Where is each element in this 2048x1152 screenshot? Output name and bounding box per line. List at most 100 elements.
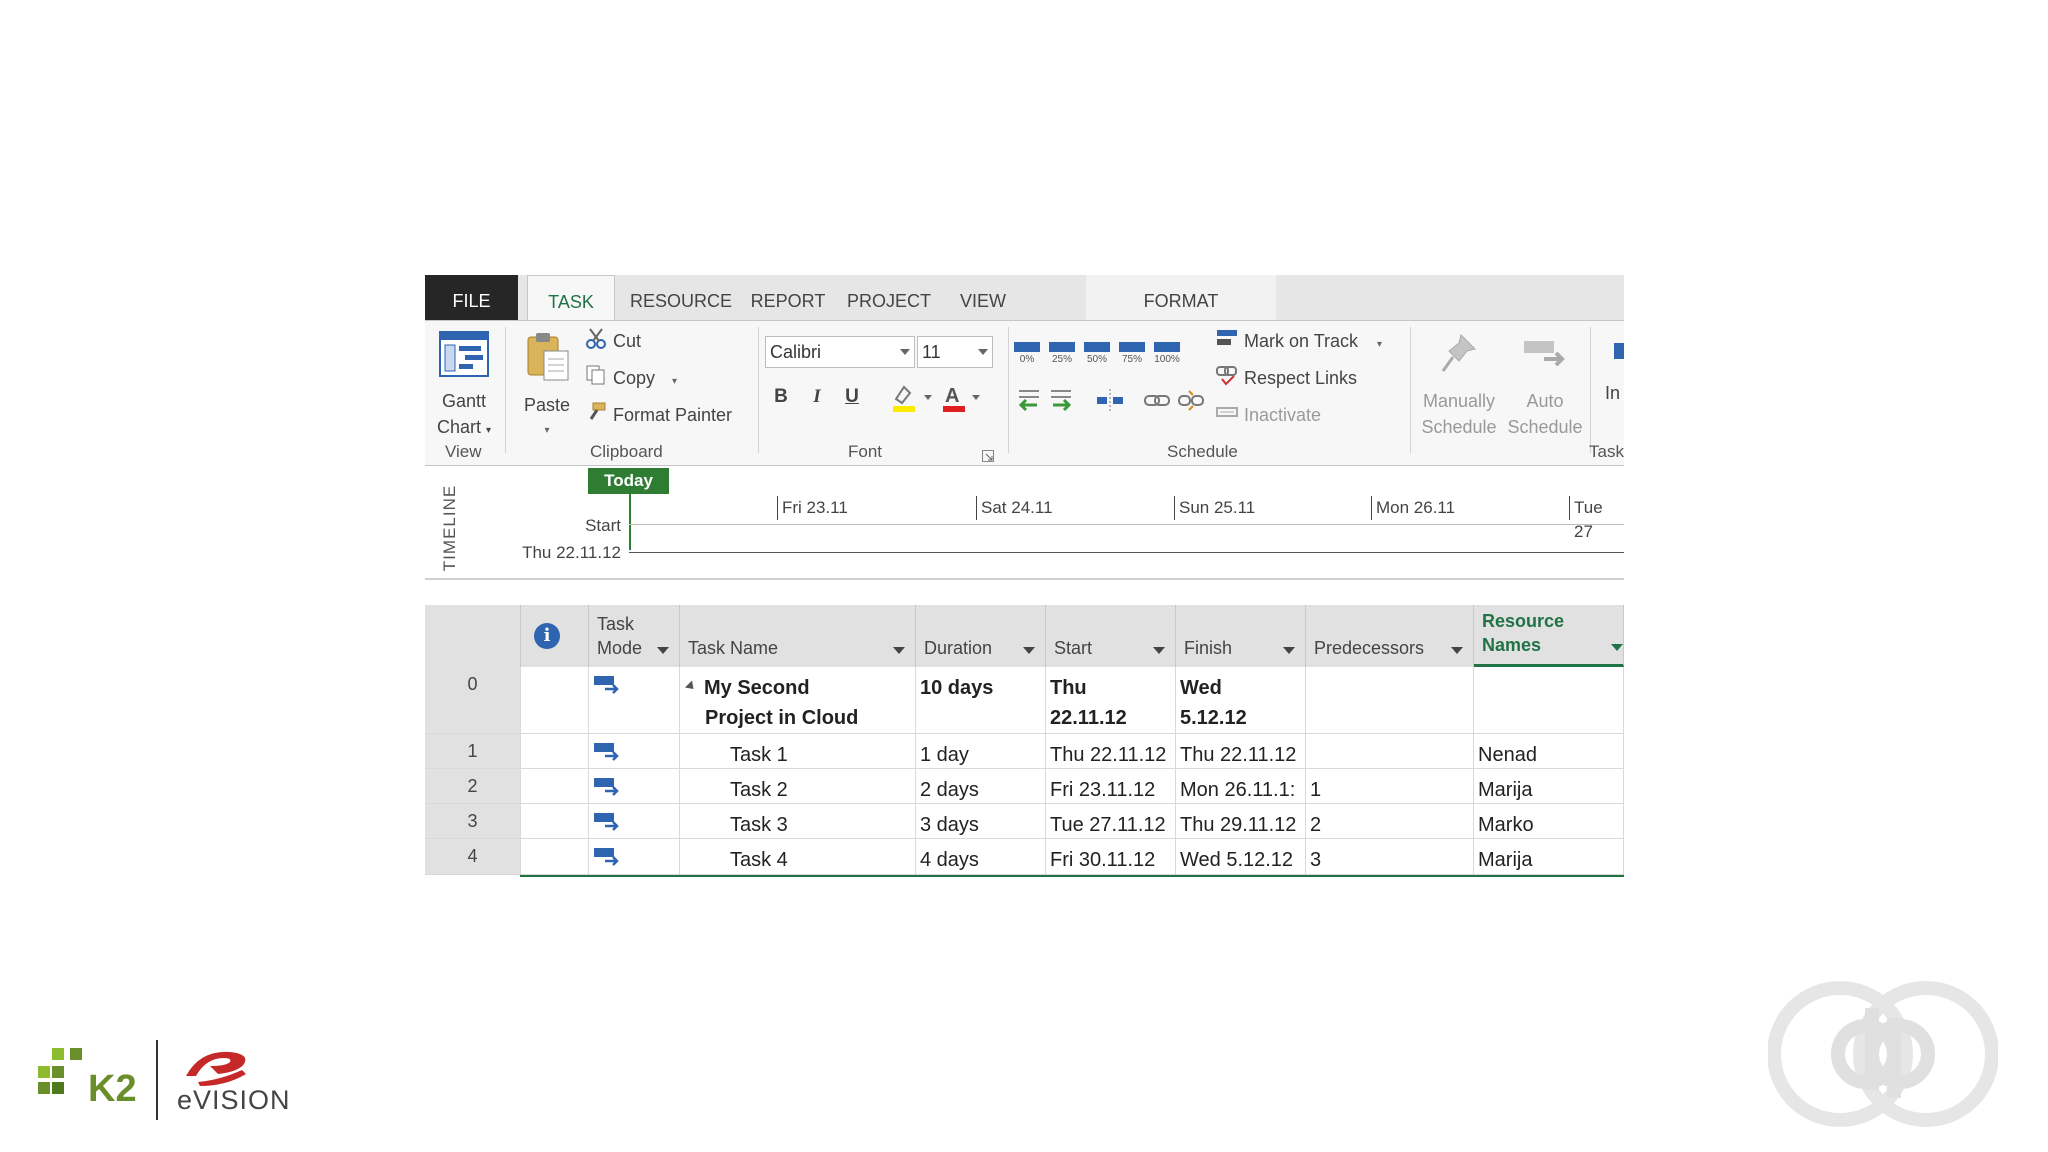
finish-cell[interactable]: Wed 5.12.12 bbox=[1176, 839, 1306, 875]
table-row[interactable]: 4 Task 4 4 days Fri 30.11.12 Wed 5.12.12… bbox=[425, 839, 1624, 875]
link-tasks-button[interactable] bbox=[1143, 387, 1171, 418]
tab-task[interactable]: TASK bbox=[527, 275, 615, 321]
filter-dropdown-icon[interactable] bbox=[1283, 647, 1295, 654]
gantt-chart-button[interactable]: Gantt Chart ▾ bbox=[429, 331, 499, 444]
paste-button[interactable]: Paste ▾ bbox=[517, 331, 577, 444]
row-id[interactable]: 3 bbox=[425, 804, 521, 839]
start-cell[interactable]: Fri 23.11.12 bbox=[1046, 769, 1176, 804]
duration-cell[interactable]: 4 days bbox=[916, 839, 1046, 875]
task-name-cell[interactable]: Task 3 bbox=[680, 804, 916, 839]
start-column-header[interactable]: Start bbox=[1046, 605, 1176, 667]
finish-cell[interactable]: Thu 29.11.12 bbox=[1176, 804, 1306, 839]
font-name-select[interactable]: Calibri bbox=[765, 336, 915, 368]
resource-names-cell[interactable]: Marija bbox=[1474, 769, 1624, 804]
italic-button[interactable]: I bbox=[805, 384, 829, 410]
duration-column-header[interactable]: Duration bbox=[916, 605, 1046, 667]
predecessors-cell[interactable]: 1 bbox=[1306, 769, 1474, 804]
respect-links-button[interactable]: Respect Links bbox=[1216, 364, 1357, 392]
task-mode-cell[interactable] bbox=[589, 734, 680, 769]
outdent-button[interactable] bbox=[1013, 387, 1043, 418]
table-row-summary[interactable]: 0 My Second Project in Cloud 10 days Thu… bbox=[425, 667, 1624, 734]
duration-cell[interactable]: 2 days bbox=[916, 769, 1046, 804]
row-id[interactable]: 4 bbox=[425, 839, 521, 875]
indent-button[interactable] bbox=[1047, 387, 1077, 418]
resource-names-cell[interactable]: Marija bbox=[1474, 839, 1624, 875]
font-size-select[interactable]: 11 bbox=[917, 336, 993, 368]
task-name-cell[interactable]: Task 1 bbox=[680, 734, 916, 769]
task-name-cell[interactable]: My Second Project in Cloud bbox=[680, 667, 916, 734]
inactivate-button[interactable]: Inactivate bbox=[1216, 401, 1321, 429]
resource-names-cell[interactable] bbox=[1474, 667, 1624, 734]
task-name-cell[interactable]: Task 2 bbox=[680, 769, 916, 804]
copy-button[interactable]: Copy ▾ bbox=[585, 364, 677, 392]
format-painter-button[interactable]: Format Painter bbox=[585, 401, 732, 429]
filter-dropdown-icon[interactable] bbox=[1451, 647, 1463, 654]
filter-dropdown-icon[interactable] bbox=[1153, 647, 1165, 654]
percent-complete-75-button[interactable]: 75% bbox=[1119, 342, 1145, 365]
split-task-button[interactable] bbox=[1095, 387, 1125, 418]
tab-view[interactable]: VIEW bbox=[947, 275, 1019, 320]
predecessors-cell[interactable] bbox=[1306, 734, 1474, 769]
bold-button[interactable]: B bbox=[769, 384, 793, 410]
percent-complete-25-button[interactable]: 25% bbox=[1049, 342, 1075, 365]
select-all-corner[interactable] bbox=[425, 605, 521, 667]
predecessors-cell[interactable]: 3 bbox=[1306, 839, 1474, 875]
row-id[interactable]: 2 bbox=[425, 769, 521, 804]
tab-report[interactable]: REPORT bbox=[743, 275, 833, 320]
indicator-cell[interactable] bbox=[521, 804, 589, 839]
table-row[interactable]: 2 Task 2 2 days Fri 23.11.12 Mon 26.11.1… bbox=[425, 769, 1624, 804]
tab-project[interactable]: PROJECT bbox=[837, 275, 941, 320]
auto-schedule-button[interactable]: Auto Schedule bbox=[1505, 331, 1585, 440]
highlight-color-button[interactable] bbox=[890, 383, 934, 418]
font-color-button[interactable]: A bbox=[940, 383, 984, 418]
table-row[interactable]: 3 Task 3 3 days Tue 27.11.12 Thu 29.11.1… bbox=[425, 804, 1624, 839]
copy-dropdown-icon[interactable]: ▾ bbox=[672, 376, 677, 387]
pane-splitter[interactable] bbox=[425, 578, 1624, 580]
start-cell[interactable]: Fri 30.11.12 bbox=[1046, 839, 1176, 875]
predecessors-cell[interactable] bbox=[1306, 667, 1474, 734]
cut-button[interactable]: Cut bbox=[585, 327, 641, 355]
mark-on-track-button[interactable]: Mark on Track ▾ bbox=[1216, 327, 1382, 355]
indicator-cell[interactable] bbox=[521, 734, 589, 769]
collapse-arrow-icon[interactable] bbox=[684, 680, 698, 693]
duration-cell[interactable]: 1 day bbox=[916, 734, 1046, 769]
percent-complete-0-button[interactable]: 0% bbox=[1014, 342, 1040, 365]
insert-task-button[interactable]: In bbox=[1605, 379, 1620, 407]
filter-dropdown-icon[interactable] bbox=[1611, 644, 1623, 651]
start-cell[interactable]: Thu 22.11.12 bbox=[1046, 734, 1176, 769]
finish-cell[interactable]: Mon 26.11.1: bbox=[1176, 769, 1306, 804]
predecessors-column-header[interactable]: Predecessors bbox=[1306, 605, 1474, 667]
indicator-cell[interactable] bbox=[521, 769, 589, 804]
tab-format[interactable]: FORMAT bbox=[1086, 275, 1276, 320]
duration-cell[interactable]: 3 days bbox=[916, 804, 1046, 839]
start-cell[interactable]: Tue 27.11.12 bbox=[1046, 804, 1176, 839]
font-dialog-launcher-icon[interactable] bbox=[982, 449, 994, 462]
row-id[interactable]: 1 bbox=[425, 734, 521, 769]
task-mode-cell[interactable] bbox=[589, 667, 680, 734]
task-mode-cell[interactable] bbox=[589, 839, 680, 875]
unlink-tasks-button[interactable] bbox=[1177, 387, 1205, 418]
start-cell[interactable]: Thu 22.11.12 bbox=[1046, 667, 1176, 734]
mark-on-track-dropdown-icon[interactable]: ▾ bbox=[1377, 339, 1382, 350]
timeline-bar-area[interactable] bbox=[629, 552, 1624, 553]
filter-dropdown-icon[interactable] bbox=[1023, 647, 1035, 654]
duration-cell[interactable]: 10 days bbox=[916, 667, 1046, 734]
indicators-column-header[interactable]: i bbox=[521, 605, 589, 667]
finish-cell[interactable]: Thu 22.11.12 bbox=[1176, 734, 1306, 769]
underline-button[interactable]: U bbox=[840, 384, 864, 410]
timeline-pane[interactable]: TIMELINE Today Fri 23.11 Sat 24.11 Sun 2… bbox=[425, 466, 1624, 571]
tab-file[interactable]: FILE bbox=[425, 275, 518, 320]
tab-resource[interactable]: RESOURCE bbox=[625, 275, 737, 320]
resource-names-cell[interactable]: Nenad bbox=[1474, 734, 1624, 769]
manually-schedule-button[interactable]: Manually Schedule bbox=[1417, 331, 1501, 440]
indicator-cell[interactable] bbox=[521, 839, 589, 875]
task-mode-cell[interactable] bbox=[589, 804, 680, 839]
predecessors-cell[interactable]: 2 bbox=[1306, 804, 1474, 839]
filter-dropdown-icon[interactable] bbox=[657, 647, 669, 654]
task-mode-cell[interactable] bbox=[589, 769, 680, 804]
finish-column-header[interactable]: Finish bbox=[1176, 605, 1306, 667]
percent-complete-100-button[interactable]: 100% bbox=[1154, 342, 1180, 365]
resource-names-column-header[interactable]: Resource Names bbox=[1474, 605, 1624, 667]
table-row[interactable]: 1 Task 1 1 day Thu 22.11.12 Thu 22.11.12… bbox=[425, 734, 1624, 769]
percent-complete-50-button[interactable]: 50% bbox=[1084, 342, 1110, 365]
